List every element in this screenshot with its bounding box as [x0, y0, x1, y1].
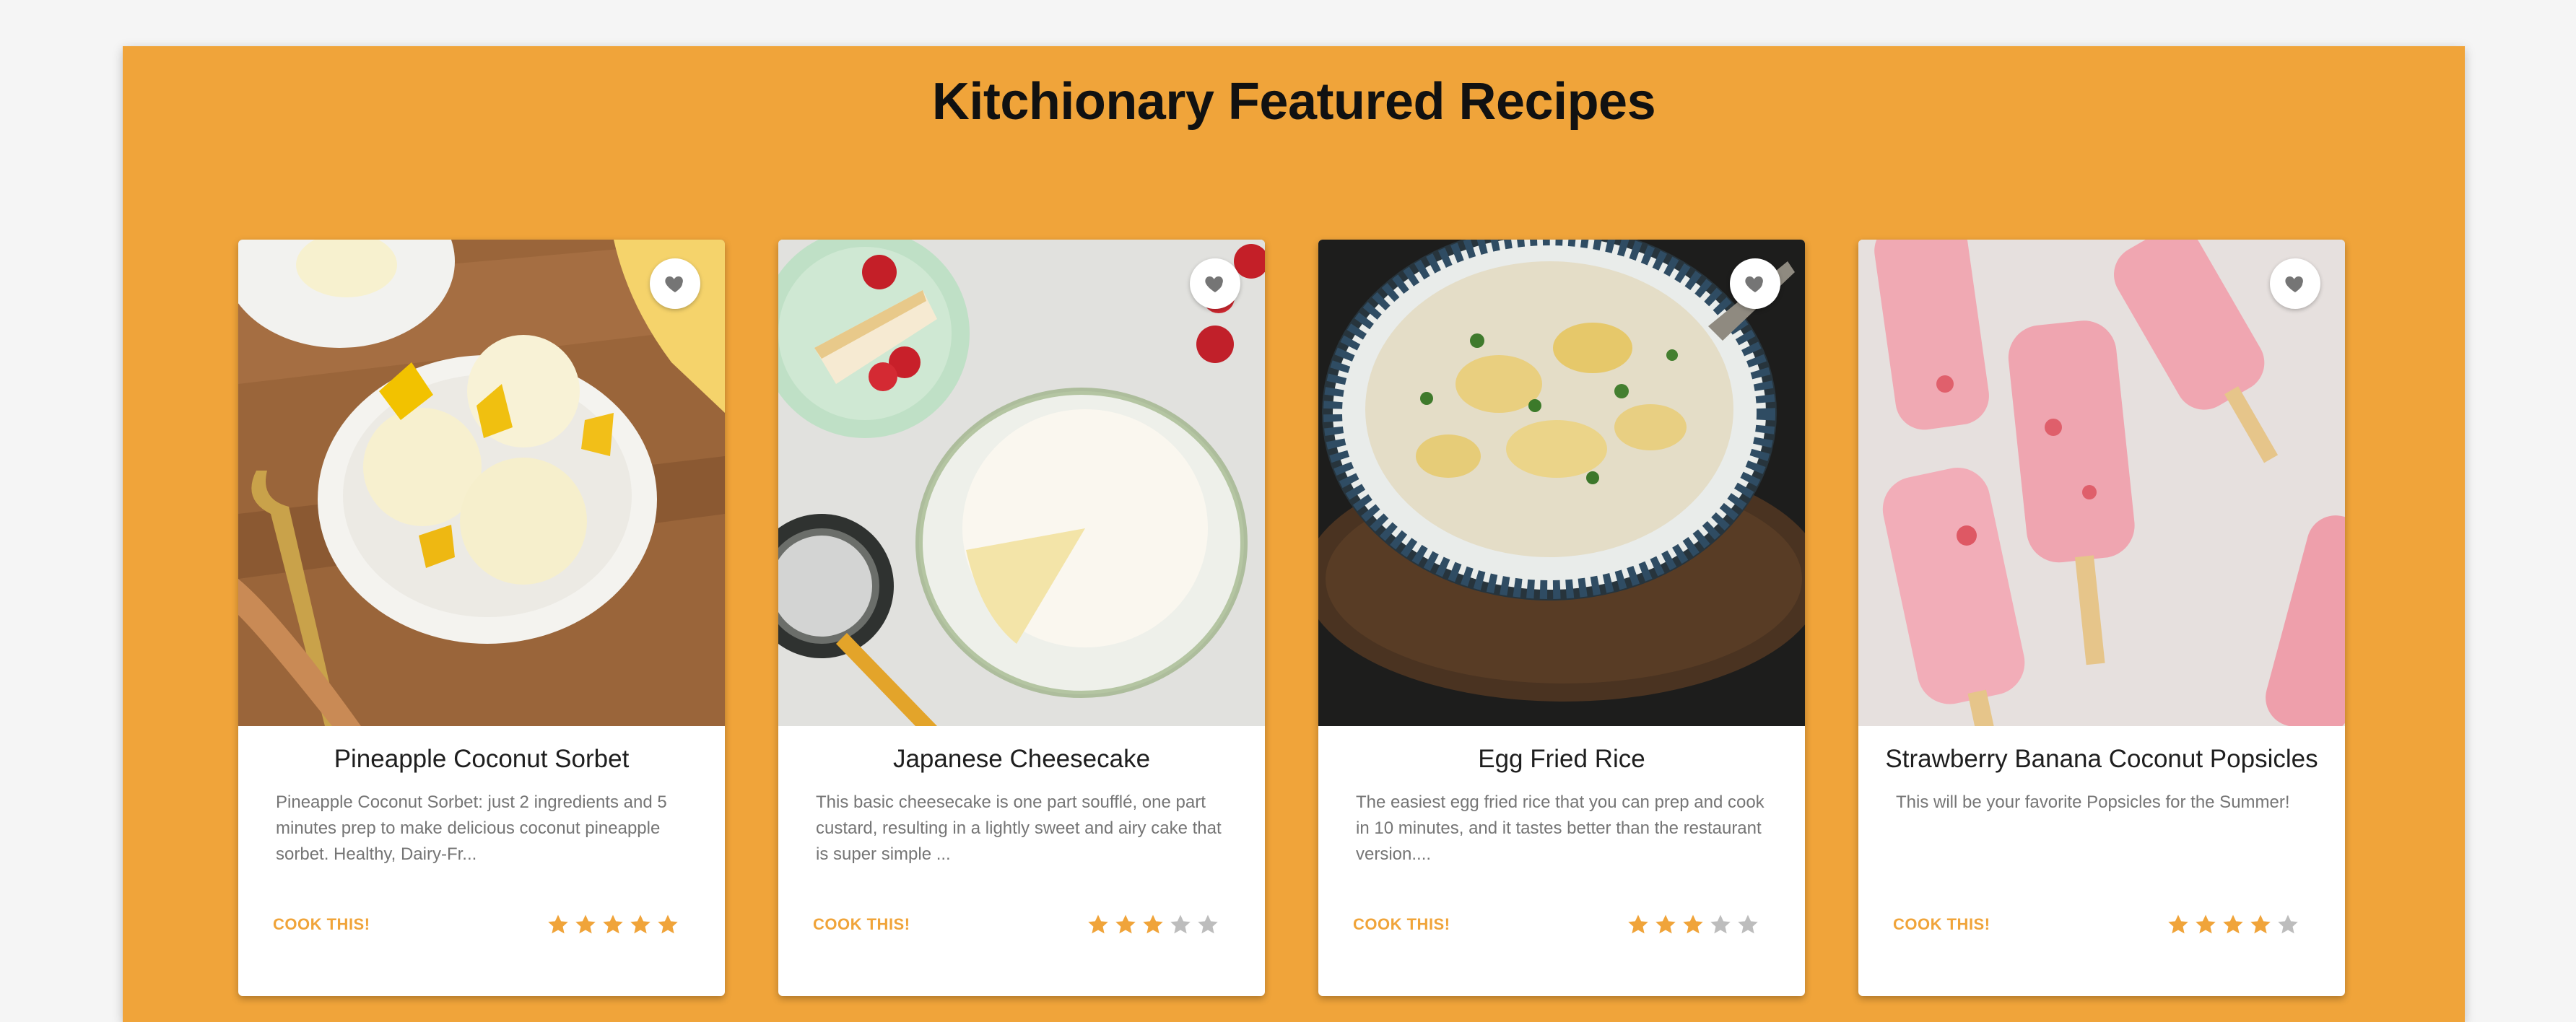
cook-this-button[interactable]: COOK THIS!	[1893, 915, 1990, 934]
star-empty-icon[interactable]	[1196, 912, 1220, 937]
star-rating[interactable]	[546, 912, 680, 937]
featured-recipes-panel: Kitchionary Featured Recipes Pineapple C…	[123, 46, 2465, 1022]
heart-icon	[1205, 276, 1223, 292]
recipe-card[interactable]: Strawberry Banana Coconut Popsicles This…	[1858, 240, 2345, 996]
star-filled-icon[interactable]	[628, 912, 653, 937]
recipe-title: Pineapple Coconut Sorbet	[334, 745, 630, 773]
star-filled-icon[interactable]	[1681, 912, 1705, 937]
star-filled-icon[interactable]	[2166, 912, 2190, 937]
star-filled-icon[interactable]	[601, 912, 625, 937]
favorite-button[interactable]	[650, 258, 700, 309]
star-filled-icon[interactable]	[1141, 912, 1165, 937]
star-rating[interactable]	[1626, 912, 1760, 937]
star-filled-icon[interactable]	[1653, 912, 1678, 937]
recipe-description: Pineapple Coconut Sorbet: just 2 ingredi…	[276, 792, 667, 864]
star-filled-icon[interactable]	[2221, 912, 2245, 937]
recipe-card[interactable]: Pineapple Coconut Sorbet Pineapple Cocon…	[238, 240, 725, 996]
star-filled-icon[interactable]	[573, 912, 598, 937]
star-rating[interactable]	[1086, 912, 1220, 937]
star-filled-icon[interactable]	[2248, 912, 2273, 937]
star-empty-icon[interactable]	[1736, 912, 1760, 937]
recipe-image-fried-rice[interactable]	[1318, 240, 1805, 726]
heart-icon	[1745, 276, 1763, 292]
recipe-title: Japanese Cheesecake	[892, 745, 1151, 773]
recipe-card-list: Pineapple Coconut Sorbet Pineapple Cocon…	[238, 240, 2345, 996]
recipe-description: This basic cheesecake is one part souffl…	[816, 792, 1222, 864]
recipe-title: Strawberry Banana Coconut Popsicles	[1885, 745, 2318, 773]
star-filled-icon[interactable]	[1113, 912, 1138, 937]
recipe-description: The easiest egg fried rice that you can …	[1356, 792, 1765, 864]
cook-this-button[interactable]: COOK THIS!	[273, 915, 370, 934]
cook-this-button[interactable]: COOK THIS!	[1353, 915, 1450, 934]
favorite-button[interactable]	[2270, 258, 2320, 309]
favorite-button[interactable]	[1730, 258, 1780, 309]
heart-icon	[665, 276, 683, 292]
card-actions: COOK THIS!	[1353, 912, 1760, 937]
cook-this-button[interactable]: COOK THIS!	[813, 915, 910, 934]
star-rating[interactable]	[2166, 912, 2300, 937]
recipe-card[interactable]: Egg Fried Rice The easiest egg fried ric…	[1318, 240, 1805, 996]
star-empty-icon[interactable]	[1168, 912, 1193, 937]
star-filled-icon[interactable]	[656, 912, 680, 937]
recipe-image-sorbet[interactable]	[238, 240, 725, 726]
card-actions: COOK THIS!	[813, 912, 1220, 937]
star-filled-icon[interactable]	[1626, 912, 1650, 937]
card-actions: COOK THIS!	[273, 912, 680, 937]
card-actions: COOK THIS!	[1893, 912, 2300, 937]
favorite-button[interactable]	[1190, 258, 1240, 309]
recipe-image-popsicles[interactable]	[1858, 240, 2345, 726]
star-filled-icon[interactable]	[2193, 912, 2218, 937]
recipe-description: This will be your favorite Popsicles for…	[1896, 792, 2290, 812]
heart-icon	[2285, 276, 2303, 292]
recipe-title: Egg Fried Rice	[1478, 745, 1645, 773]
star-empty-icon[interactable]	[1708, 912, 1733, 937]
star-filled-icon[interactable]	[1086, 912, 1110, 937]
recipe-image-cheesecake[interactable]	[778, 240, 1265, 726]
recipe-card[interactable]: Japanese Cheesecake This basic cheesecak…	[778, 240, 1265, 996]
page-title: Kitchionary Featured Recipes	[931, 73, 1656, 131]
star-empty-icon[interactable]	[2276, 912, 2300, 937]
star-filled-icon[interactable]	[546, 912, 570, 937]
